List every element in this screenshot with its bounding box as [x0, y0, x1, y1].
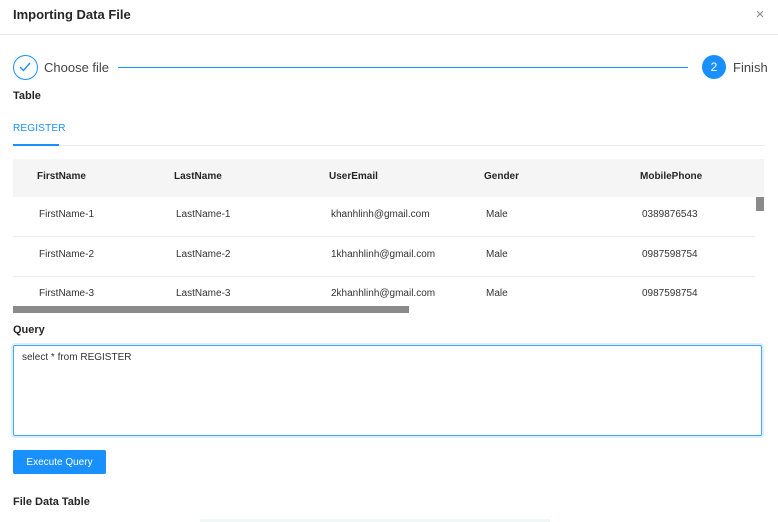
cell-lastname: LastName-1 [176, 209, 231, 220]
vertical-scrollbar-thumb[interactable] [756, 197, 764, 211]
file-data-table-label: File Data Table [13, 496, 90, 508]
cell-gender: Male [486, 249, 508, 260]
column-header-firstname[interactable]: FirstName [37, 171, 86, 182]
table-section-label: Table [13, 90, 41, 102]
cell-useremail: 2khanhlinh@gmail.com [331, 288, 436, 299]
data-table: FirstName LastName UserEmail Gender Mobi… [13, 159, 764, 304]
cell-mobilephone: 0987598754 [642, 249, 698, 260]
active-tab-indicator [13, 144, 59, 146]
column-header-useremail[interactable]: UserEmail [329, 171, 378, 182]
cell-gender: Male [486, 209, 508, 220]
step-connector [118, 67, 688, 68]
step-choose-file-circle [13, 55, 38, 80]
cell-firstname: FirstName-3 [39, 288, 95, 299]
table-row[interactable]: FirstName-2 LastName-2 1khanhlinh@gmail.… [13, 237, 755, 277]
cell-lastname: LastName-2 [176, 249, 231, 260]
cell-mobilephone: 0987598754 [642, 288, 698, 299]
cell-firstname: FirstName-1 [39, 209, 95, 220]
step-finish-label: Finish [733, 60, 768, 75]
cell-useremail: khanhlinh@gmail.com [331, 209, 430, 220]
close-icon[interactable]: × [752, 5, 768, 25]
tabs-divider [13, 145, 765, 146]
query-input[interactable]: select * from REGISTER [13, 345, 762, 436]
step-finish-number: 2 [702, 55, 726, 79]
table-header: FirstName LastName UserEmail Gender Mobi… [13, 159, 764, 197]
table-row[interactable]: FirstName-1 LastName-1 khanhlinh@gmail.c… [13, 197, 755, 237]
cell-useremail: 1khanhlinh@gmail.com [331, 249, 436, 260]
query-label: Query [13, 324, 45, 336]
horizontal-scrollbar-thumb[interactable] [13, 306, 409, 313]
cell-gender: Male [486, 288, 508, 299]
table-row[interactable]: FirstName-3 LastName-3 2khanhlinh@gmail.… [13, 276, 755, 304]
cell-lastname: LastName-3 [176, 288, 231, 299]
step-choose-file-label: Choose file [44, 60, 110, 75]
execute-query-button[interactable]: Execute Query [13, 450, 106, 474]
column-header-mobilephone[interactable]: MobilePhone [640, 171, 702, 182]
column-header-gender[interactable]: Gender [484, 171, 519, 182]
dialog-title: Importing Data File [13, 7, 131, 22]
cell-firstname: FirstName-2 [39, 249, 95, 260]
cell-mobilephone: 0389876543 [642, 209, 698, 220]
check-icon [19, 62, 31, 72]
dialog-header: Importing Data File × [0, 0, 778, 35]
column-header-lastname[interactable]: LastName [174, 171, 222, 182]
tab-register[interactable]: REGISTER [13, 123, 66, 134]
